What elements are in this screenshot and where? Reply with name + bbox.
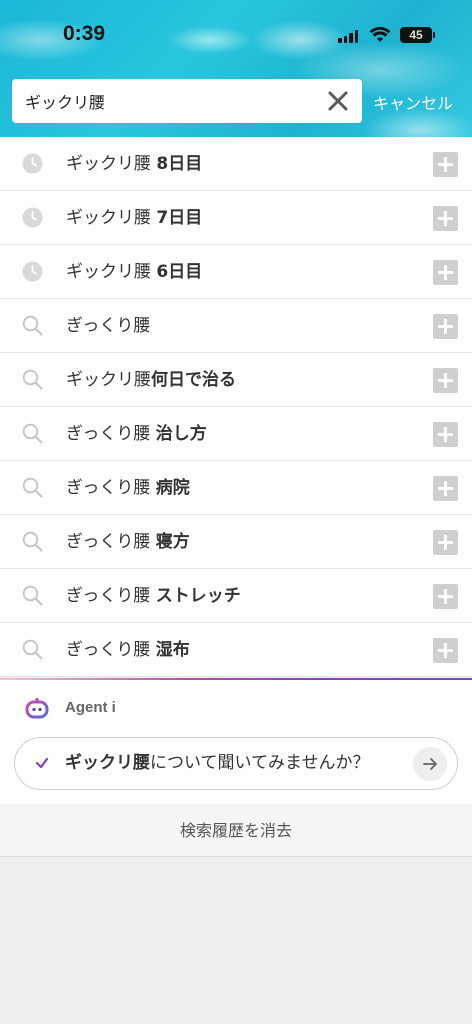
suggestion-prefix: ぎっくり腰 [66,532,156,552]
clear-search-icon[interactable] [326,89,350,113]
suggestion-highlight: 湿布 [155,640,190,660]
suggestion-row[interactable]: ぎっくり腰 [0,299,472,353]
add-to-search-icon[interactable] [433,314,458,339]
header: 0:39 45 キャンセル [0,0,472,137]
suggestion-prefix: ギックリ腰 [66,154,157,174]
agent-section: Agent i ギックリ腰について聞いてみませんか？ [0,680,472,804]
clock-icon [22,207,43,228]
suggestion-prefix: ぎっくり腰 [66,640,156,660]
status-bar: 0:39 45 [0,0,472,70]
add-to-search-icon[interactable] [433,476,458,501]
suggestion-row[interactable]: ぎっくり腰 病院 [0,461,472,515]
suggestion-text: ぎっくり腰 湿布 [66,623,190,677]
search-icon [22,315,43,336]
suggestion-text: ぎっくり腰 寝方 [66,515,190,569]
search-icon [22,477,43,498]
suggestion-text: ぎっくり腰 ストレッチ [66,569,241,623]
suggestion-highlight: 何日で治る [151,370,236,390]
check-icon [35,757,49,769]
search-box [12,79,362,123]
clock-icon [22,153,43,174]
suggestion-text: ぎっくり腰 病院 [66,461,190,515]
suggestion-prefix: ぎっくり腰 [66,478,156,498]
search-icon [22,585,43,606]
search-icon [22,531,43,552]
history-row[interactable]: ギックリ腰 7日目 [0,191,472,245]
suggestion-list: ギックリ腰 8日目 ギックリ腰 7日目 ギックリ腰 6日目 ぎっくり腰 ギックリ腰何日で… [0,137,472,677]
suggestion-highlight: 6日目 [156,262,203,282]
add-to-search-icon[interactable] [433,530,458,555]
suggestion-text: ギックリ腰 6日目 [66,245,202,299]
add-to-search-icon[interactable] [433,584,458,609]
suggestion-prefix: ぎっくり腰 [66,586,156,606]
clock-icon [22,261,43,282]
cellular-signal-icon [338,30,358,43]
suggestion-row[interactable]: ぎっくり腰 寝方 [0,515,472,569]
suggestion-highlight: 7日目 [156,208,203,228]
history-row[interactable]: ギックリ腰 6日目 [0,245,472,299]
agent-prompt-keyword: ギックリ腰 [65,753,150,773]
add-to-search-icon[interactable] [433,638,458,663]
suggestion-highlight: ストレッチ [155,586,241,606]
suggestion-highlight: 病院 [155,478,190,498]
suggestion-row[interactable]: ぎっくり腰 治し方 [0,407,472,461]
suggestion-text: ぎっくり腰 [66,299,150,353]
add-to-search-icon[interactable] [433,206,458,231]
search-icon [22,369,43,390]
status-time: 0:39 [63,22,106,45]
suggestion-row[interactable]: ギックリ腰何日で治る [0,353,472,407]
history-row[interactable]: ギックリ腰 8日目 [0,137,472,191]
suggestion-prefix: ギックリ腰 [66,262,157,282]
search-icon [22,423,43,444]
agent-prompt-text: ギックリ腰について聞いてみませんか？ [65,738,369,789]
suggestion-highlight: 8日目 [156,154,203,174]
suggestion-prefix: ギックリ腰 [66,208,157,228]
suggestion-text: ギックリ腰 7日目 [66,191,202,245]
suggestion-row[interactable]: ぎっくり腰 ストレッチ [0,569,472,623]
add-to-search-icon[interactable] [433,368,458,393]
clear-history-button[interactable]: 検索履歴を消去 [0,804,472,857]
suggestion-text: ギックリ腰何日で治る [66,353,236,407]
agent-prompt-rest: について聞いてみませんか？ [150,753,370,773]
agent-title: Agent i [65,699,116,716]
suggestion-text: ギックリ腰 8日目 [66,137,202,191]
add-to-search-icon[interactable] [433,260,458,285]
add-to-search-icon[interactable] [433,152,458,177]
suggestion-prefix: ぎっくり腰 [66,424,156,444]
suggestion-text: ぎっくり腰 治し方 [66,407,207,461]
suggestion-highlight: 寝方 [155,532,190,552]
suggestion-row[interactable]: ぎっくり腰 湿布 [0,623,472,677]
suggestion-prefix: ギックリ腰 [66,370,151,390]
battery-cap [433,32,435,38]
battery-icon: 45 [400,27,432,43]
agent-prompt-button[interactable]: ギックリ腰について聞いてみませんか？ [14,737,458,790]
suggestion-prefix: ぎっくり腰 [66,316,151,336]
cancel-button[interactable]: キャンセル [373,90,453,114]
agent-logo-icon [25,697,49,719]
arrow-right-icon[interactable] [413,747,447,781]
search-input[interactable] [12,79,322,123]
search-icon [22,639,43,660]
suggestion-highlight: 治し方 [155,424,207,444]
add-to-search-icon[interactable] [433,422,458,447]
wifi-icon [369,27,391,42]
